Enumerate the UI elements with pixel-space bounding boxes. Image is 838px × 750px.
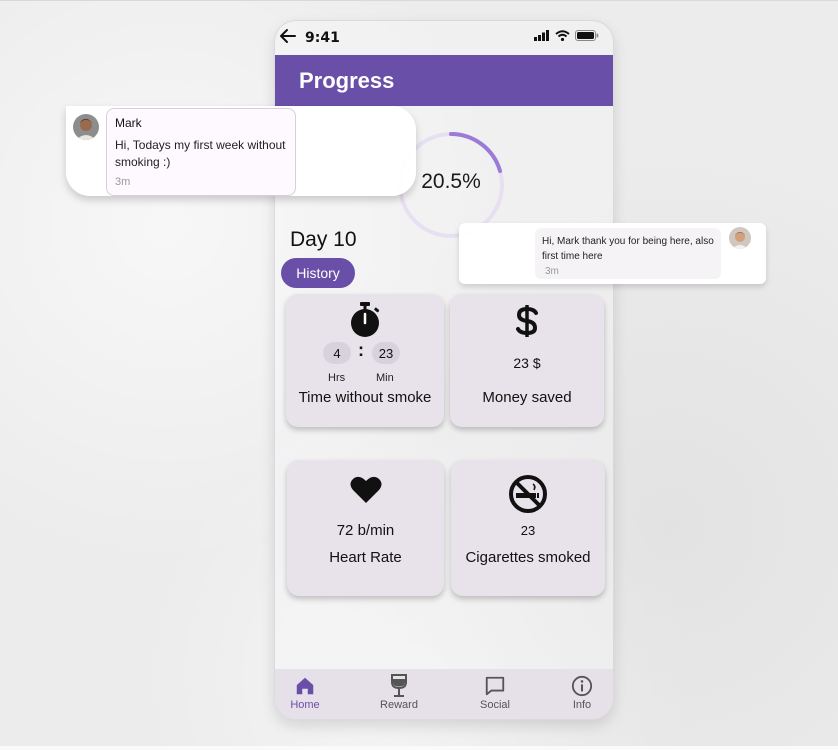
status-time: 9:41 xyxy=(305,30,340,46)
minutes-unit: Min xyxy=(376,372,394,384)
day-counter: Day 10 xyxy=(290,228,357,251)
nav-item-reward[interactable]: Reward xyxy=(369,673,429,711)
minutes-value: 23 xyxy=(372,342,400,364)
heart-icon xyxy=(350,476,381,503)
signal-icon xyxy=(534,30,549,41)
card-time-without-smoke[interactable]: 4 : 23 Hrs Min Time without smoke xyxy=(286,294,444,427)
hours-value: 4 xyxy=(323,342,351,364)
nav-label: Reward xyxy=(380,699,418,711)
status-bar: 9:41 xyxy=(275,21,613,55)
status-icons xyxy=(534,30,599,41)
stopwatch-icon xyxy=(351,302,380,337)
home-icon xyxy=(296,677,314,695)
info-icon xyxy=(571,675,593,697)
time-colon: : xyxy=(358,340,364,360)
battery-icon xyxy=(575,30,599,41)
header-bar: Progress xyxy=(275,55,613,106)
chat-message-text: Hi, Todays my first week without smoking… xyxy=(115,138,286,169)
cigarettes-value: 23 xyxy=(520,523,536,538)
money-value: 23 $ xyxy=(513,355,541,371)
card-label: Heart Rate xyxy=(329,549,402,566)
no-smoking-icon xyxy=(509,475,547,513)
card-money-saved[interactable]: 23 $ Money saved xyxy=(450,294,604,427)
wifi-icon xyxy=(555,30,570,41)
chat-sender-name: Mark xyxy=(115,116,142,130)
heart-rate-value: 72 b/min xyxy=(336,522,395,539)
history-button[interactable]: History xyxy=(281,258,355,288)
page-title: Progress xyxy=(299,68,395,93)
nav-label: Info xyxy=(572,699,592,711)
chat-timestamp: 3m xyxy=(115,176,131,188)
card-label: Money saved xyxy=(482,389,572,406)
dollar-icon xyxy=(516,305,538,337)
nav-item-home[interactable]: Home xyxy=(275,673,335,711)
nav-label: Social xyxy=(480,699,510,711)
card-label: Cigarettes smoked xyxy=(465,549,591,566)
nav-item-info[interactable]: Info xyxy=(552,673,612,711)
nav-label: Home xyxy=(290,699,320,711)
avatar xyxy=(729,227,751,249)
card-cigarettes-smoked[interactable]: 23 Cigarettes smoked xyxy=(451,460,605,596)
nav-item-social[interactable]: Social xyxy=(465,673,525,711)
bottom-nav: Home Reward Social Info xyxy=(275,669,613,719)
chat-icon xyxy=(485,676,505,696)
card-label: Time without smoke xyxy=(298,389,432,406)
wine-glass-icon xyxy=(391,674,407,697)
card-heart-rate[interactable]: 72 b/min Heart Rate xyxy=(287,460,444,596)
back-arrow-icon[interactable] xyxy=(279,27,297,45)
hours-unit: Hrs xyxy=(328,372,346,384)
avatar xyxy=(73,114,99,140)
chat-timestamp: 3m xyxy=(545,266,559,277)
chat-message-text: Hi, Mark thank you for being here, also … xyxy=(542,236,714,262)
